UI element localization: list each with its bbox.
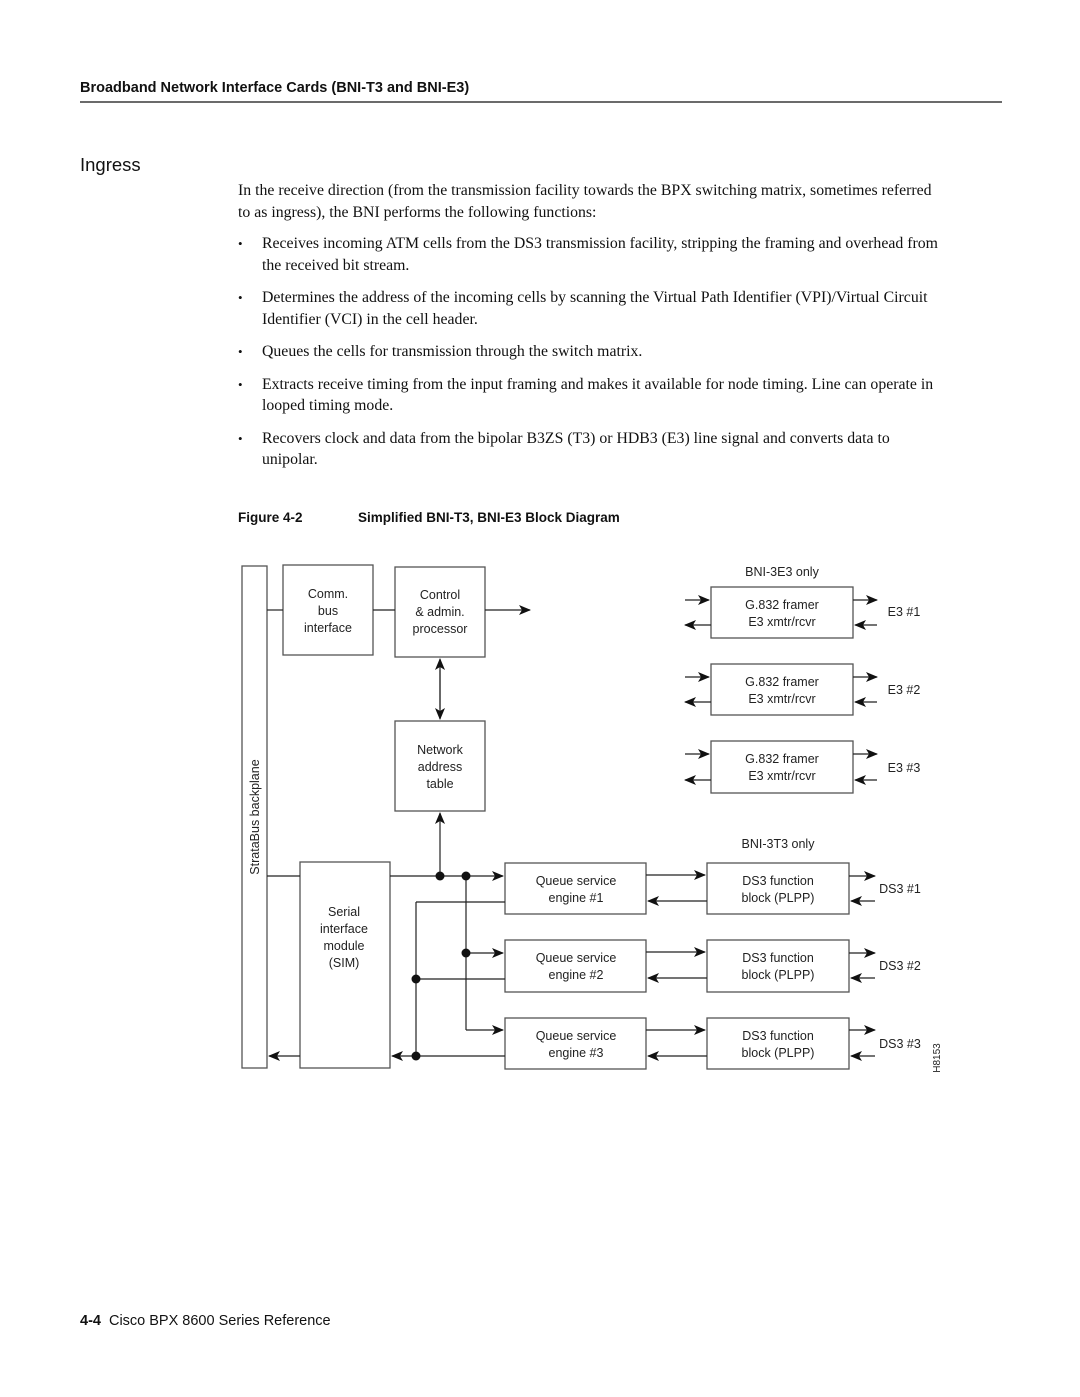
e3-block-3 xyxy=(710,740,854,794)
control-processor-label: Control xyxy=(420,588,460,602)
e3-block-label: E3 xmtr/rcvr xyxy=(748,692,815,706)
sim-label: Serial xyxy=(328,905,360,919)
junction-dot xyxy=(411,974,421,984)
network-table-label: table xyxy=(426,777,453,791)
queue-engine-label: Queue service xyxy=(536,1029,617,1043)
ds3-block-3 xyxy=(706,1017,850,1070)
ds3-port-label: DS3 #3 xyxy=(879,1037,921,1051)
e3-block-label: E3 xmtr/rcvr xyxy=(748,615,815,629)
e3-block-label: G.832 framer xyxy=(745,598,819,612)
e3-block-label: G.832 framer xyxy=(745,752,819,766)
ds3-port-label: DS3 #1 xyxy=(879,882,921,896)
queue-engine-label: Queue service xyxy=(536,951,617,965)
comm-bus-label: interface xyxy=(304,621,352,635)
e3-port-label: E3 #2 xyxy=(888,683,921,697)
queue-engine-1 xyxy=(504,862,647,915)
book-title: Cisco BPX 8600 Series Reference xyxy=(108,1313,331,1329)
e3-block-1 xyxy=(710,586,854,639)
page-number: 4-4 xyxy=(80,1313,101,1329)
ds3-block-label: block (PLPP) xyxy=(742,1046,815,1060)
sim-label: module xyxy=(324,939,365,953)
queue-engine-3 xyxy=(504,1017,647,1070)
t3-group-label: BNI-3T3 only xyxy=(742,837,816,851)
junction-dot xyxy=(435,871,445,881)
junction-dot xyxy=(461,871,471,881)
e3-port-label: E3 #1 xyxy=(888,605,921,619)
e3-block-label: G.832 framer xyxy=(745,675,819,689)
network-table-label: Network xyxy=(417,743,464,757)
queue-engine-2 xyxy=(504,939,647,993)
ds3-port-label: DS3 #2 xyxy=(879,959,921,973)
ds3-block-label: block (PLPP) xyxy=(742,891,815,905)
ds3-block-label: DS3 function xyxy=(742,951,814,965)
control-processor-label: processor xyxy=(413,622,468,636)
page-footer: 4-4 Cisco BPX 8600 Series Reference xyxy=(80,1313,331,1329)
ds3-block-2 xyxy=(706,939,850,993)
ds3-block-label: block (PLPP) xyxy=(742,968,815,982)
ds3-block-1 xyxy=(706,862,850,915)
queue-engine-label: Queue service xyxy=(536,874,617,888)
ds3-block-label: DS3 function xyxy=(742,1029,814,1043)
e3-block-label: E3 xmtr/rcvr xyxy=(748,769,815,783)
junction-dot xyxy=(461,948,471,958)
control-processor-label: & admin. xyxy=(415,605,464,619)
e3-block-2 xyxy=(710,663,854,716)
sim-label: (SIM) xyxy=(329,956,360,970)
drawing-id: H8153 xyxy=(932,1043,943,1073)
sim-label: interface xyxy=(320,922,368,936)
queue-engine-label: engine #2 xyxy=(549,968,604,982)
e3-group-label: BNI-3E3 only xyxy=(745,565,819,579)
comm-bus-label: bus xyxy=(318,604,338,618)
queue-engine-label: engine #1 xyxy=(549,891,604,905)
network-table-label: address xyxy=(418,760,462,774)
ds3-block-label: DS3 function xyxy=(742,874,814,888)
junction-dot xyxy=(411,1051,421,1061)
queue-engine-label: engine #3 xyxy=(549,1046,604,1060)
e3-port-label: E3 #3 xyxy=(888,761,921,775)
block-diagram: StrataBus backplane Comm. bus interface … xyxy=(241,564,943,1073)
comm-bus-label: Comm. xyxy=(308,587,348,601)
backplane-label: StrataBus backplane xyxy=(248,759,262,874)
